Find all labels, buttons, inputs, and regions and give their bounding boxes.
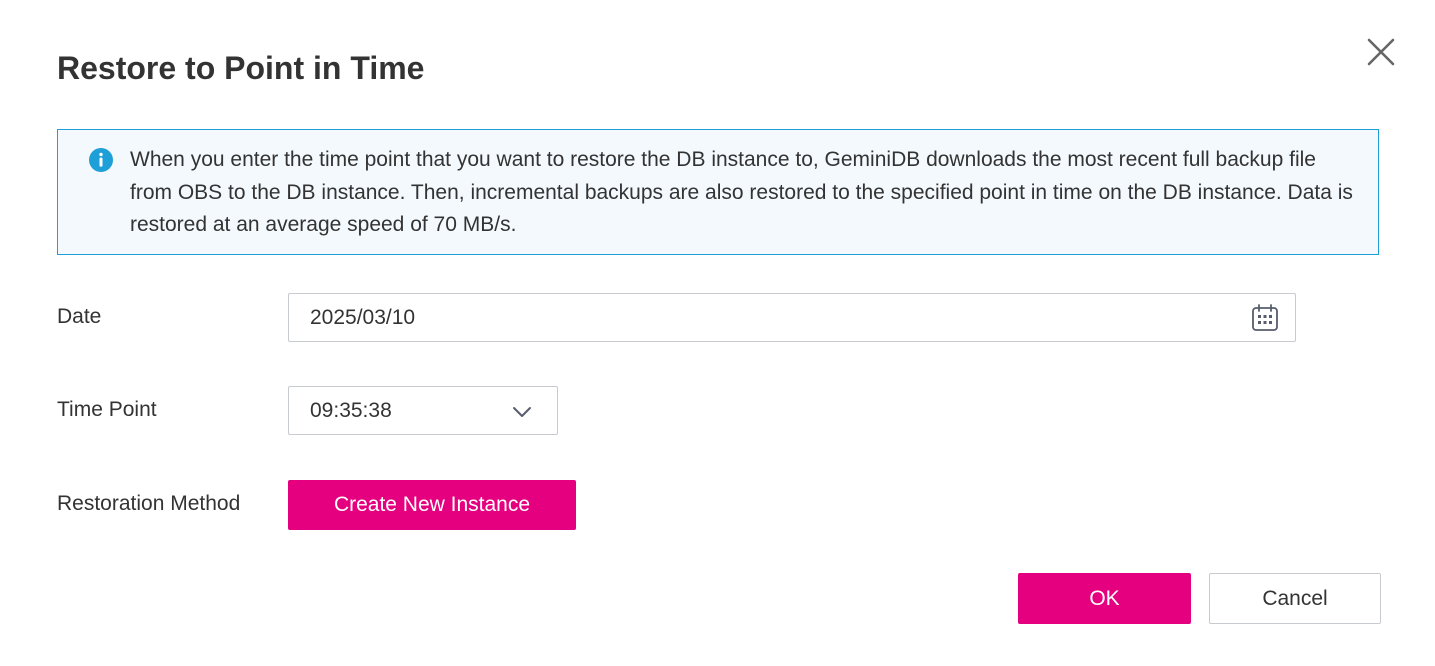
ok-button[interactable]: OK [1018,573,1191,624]
chevron-down-icon [513,407,531,417]
info-icon [89,148,113,172]
close-icon [1367,38,1395,66]
restoration-method-label: Restoration Method [57,492,241,515]
time-point-label: Time Point [57,398,157,421]
dialog-title: Restore to Point in Time [57,50,425,86]
time-point-value: 09:35:38 [310,399,392,422]
calendar-icon[interactable] [1250,303,1280,333]
info-notice: When you enter the time point that you w… [57,129,1379,255]
cancel-button[interactable]: Cancel [1209,573,1381,624]
close-button[interactable] [1361,32,1401,72]
time-point-select[interactable]: 09:35:38 [288,386,558,435]
date-label: Date [57,305,102,328]
restore-dialog: Restore to Point in Time When you enter … [0,0,1435,666]
info-text: When you enter the time point that you w… [130,148,1353,236]
create-new-instance-button[interactable]: Create New Instance [288,480,576,530]
date-value: 2025/03/10 [310,306,416,329]
date-picker-input[interactable]: 2025/03/10 [288,293,1296,342]
